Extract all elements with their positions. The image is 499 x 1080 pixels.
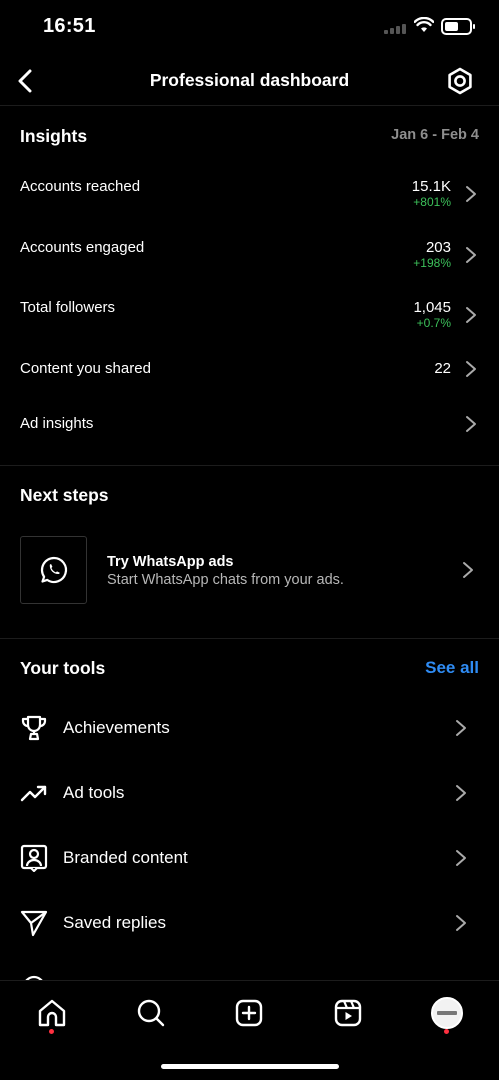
chevron-right-icon xyxy=(456,785,466,801)
tool-item-branded-content[interactable]: Branded content xyxy=(0,830,499,886)
tab-profile[interactable] xyxy=(427,993,467,1033)
home-indicator xyxy=(161,1064,339,1069)
status-bar: 16:51 xyxy=(0,0,499,56)
trending-up-icon xyxy=(20,779,48,807)
send-icon xyxy=(20,909,48,937)
battery-level xyxy=(445,22,458,31)
insight-label: Content you shared xyxy=(20,360,151,377)
insight-row-accounts-reached[interactable]: Accounts reached 15.1K +801% xyxy=(0,168,499,220)
settings-button[interactable] xyxy=(444,65,476,97)
reels-icon xyxy=(334,999,362,1027)
see-all-link[interactable]: See all xyxy=(425,658,479,678)
nav-header: Professional dashboard xyxy=(0,56,499,106)
chevron-right-icon xyxy=(456,915,466,931)
tab-home[interactable] xyxy=(32,993,72,1033)
plus-square-icon xyxy=(235,999,263,1027)
page-title: Professional dashboard xyxy=(149,70,350,90)
chevron-right-icon xyxy=(466,416,476,432)
insight-change: +0.7% xyxy=(416,316,451,330)
next-steps-title: Next steps xyxy=(20,485,109,505)
your-tools-title: Your tools xyxy=(20,658,106,678)
whatsapp-ads-card[interactable]: Try WhatsApp ads Start WhatsApp chats fr… xyxy=(0,536,499,606)
tool-label: Saved replies xyxy=(63,913,167,932)
battery-icon xyxy=(441,18,475,35)
tab-search[interactable] xyxy=(131,993,171,1033)
insight-row-content-shared[interactable]: Content you shared 22 xyxy=(0,350,499,402)
whatsapp-card-title: Try WhatsApp ads xyxy=(107,554,234,570)
search-icon xyxy=(137,999,165,1027)
divider xyxy=(0,465,499,466)
chevron-right-icon xyxy=(463,562,473,578)
tool-item-saved-replies[interactable]: Saved replies xyxy=(0,895,499,951)
tool-label: Ad tools xyxy=(63,783,125,802)
insight-value: 203 xyxy=(425,239,451,256)
divider xyxy=(0,638,499,639)
insight-value: 22 xyxy=(434,360,451,377)
chevron-right-icon xyxy=(466,361,476,377)
person-badge-icon xyxy=(20,844,48,872)
wifi-icon xyxy=(413,16,435,38)
tool-label: Branded content xyxy=(63,848,188,867)
tab-create[interactable] xyxy=(229,993,269,1033)
chevron-right-icon xyxy=(466,247,476,263)
chevron-right-icon xyxy=(456,720,466,736)
whatsapp-icon xyxy=(40,556,67,584)
insight-row-total-followers[interactable]: Total followers 1,045 +0.7% xyxy=(0,289,499,341)
insight-value: 1,045 xyxy=(413,299,451,316)
home-icon xyxy=(38,999,66,1027)
insight-label: Total followers xyxy=(20,299,116,316)
insight-label: Ad insights xyxy=(20,415,94,432)
chevron-right-icon xyxy=(456,850,466,866)
insight-row-accounts-engaged[interactable]: Accounts engaged 203 +198% xyxy=(0,229,499,281)
trophy-icon xyxy=(20,714,48,742)
home-notification-dot xyxy=(49,1029,54,1034)
tool-item-achievements[interactable]: Achievements xyxy=(0,700,499,756)
insights-title: Insights xyxy=(20,126,88,146)
date-range[interactable]: Jan 6 - Feb 4 xyxy=(391,127,479,143)
tool-item-ad-tools[interactable]: Ad tools xyxy=(0,765,499,821)
insight-label: Accounts engaged xyxy=(20,239,145,256)
avatar xyxy=(431,997,463,1029)
insight-value: 15.1K xyxy=(411,178,451,195)
whatsapp-card-subtitle: Start WhatsApp chats from your ads. xyxy=(107,572,344,588)
status-time: 16:51 xyxy=(43,15,96,37)
whatsapp-icon-box xyxy=(20,536,87,604)
insight-label: Accounts reached xyxy=(20,178,141,195)
tab-reels[interactable] xyxy=(328,993,368,1033)
chevron-right-icon xyxy=(466,186,476,202)
insight-change: +801% xyxy=(413,195,451,209)
tool-label: Achievements xyxy=(63,718,170,737)
chevron-right-icon xyxy=(466,307,476,323)
profile-notification-dot xyxy=(444,1029,449,1034)
insight-change: +198% xyxy=(413,256,451,270)
insight-row-ad-insights[interactable]: Ad insights xyxy=(0,405,499,457)
gear-icon xyxy=(448,67,472,95)
cellular-signal-icon xyxy=(384,24,406,34)
